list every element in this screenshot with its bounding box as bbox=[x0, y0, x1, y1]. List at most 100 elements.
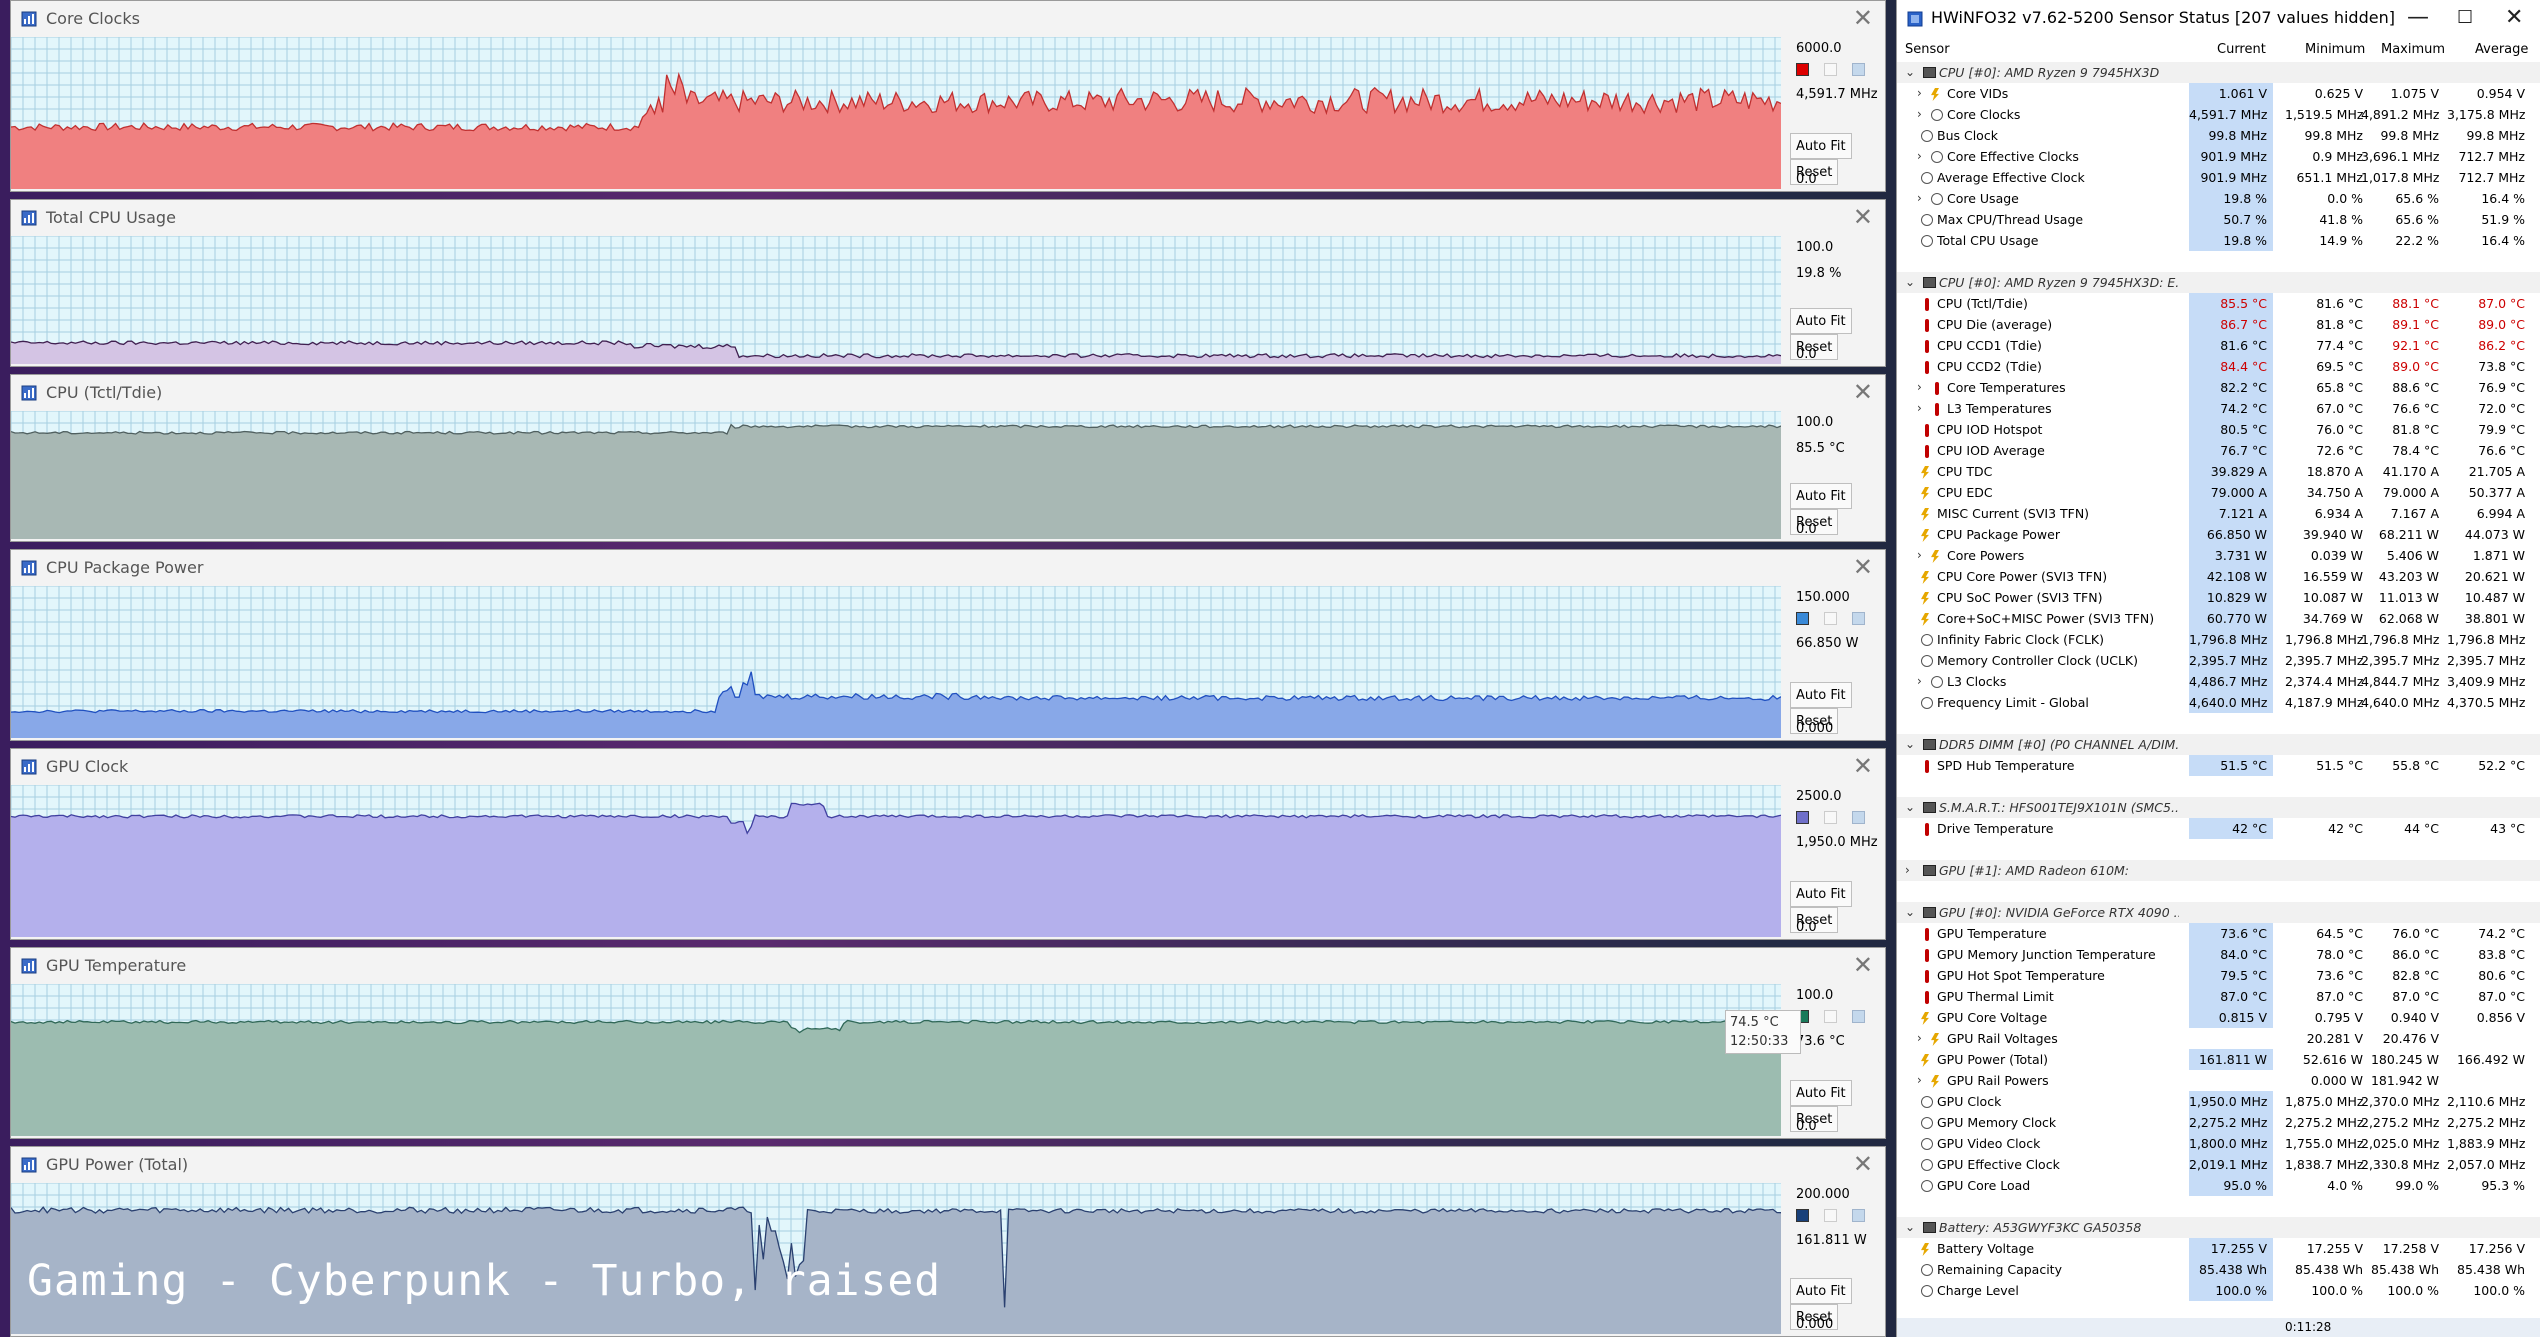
chevron-right-icon[interactable]: › bbox=[1917, 545, 1922, 566]
sensor-row[interactable]: CPU EDC 79.000 A 34.750 A 79.000 A 50.377 A bbox=[1897, 482, 2540, 503]
close-button[interactable]: ✕ bbox=[2505, 4, 2523, 32]
chevron-right-icon[interactable]: › bbox=[1917, 146, 1922, 167]
sensor-row[interactable]: CPU IOD Average 76.7 °C 72.6 °C 78.4 °C 76.6… bbox=[1897, 440, 2540, 461]
sensor-row[interactable]: › Core Temperatures 82.2 °C 65.8 °C 88.6 °C 7… bbox=[1897, 377, 2540, 398]
auto-fit-button[interactable]: Auto Fit bbox=[1790, 133, 1852, 159]
sensor-group-row[interactable]: ⌄ Battery: A53GWYF3KC GA50358 bbox=[1897, 1217, 2540, 1238]
sensor-row[interactable]: GPU Effective Clock 2,019.1 MHz 1,838.7 MH… bbox=[1897, 1154, 2540, 1175]
sensor-row[interactable]: Average Effective Clock 901.9 MHz 651.1 MH… bbox=[1897, 167, 2540, 188]
chevron-down-icon[interactable]: ⌄ bbox=[1905, 62, 1915, 83]
col-sensor[interactable]: Sensor bbox=[1905, 42, 1950, 57]
sensor-row[interactable]: › L3 Clocks 4,486.7 MHz 2,374.4 MHz 4,844.7 … bbox=[1897, 671, 2540, 692]
sensor-row[interactable]: › L3 Temperatures 74.2 °C 67.0 °C 76.6 °C 72.… bbox=[1897, 398, 2540, 419]
swatch-white[interactable] bbox=[1824, 1209, 1837, 1222]
sensor-row[interactable]: GPU Temperature 73.6 °C 64.5 °C 76.0 °C 74.2… bbox=[1897, 923, 2540, 944]
sensor-row[interactable]: CPU CCD2 (Tdie) 84.4 °C 69.5 °C 89.0 °C 73.8… bbox=[1897, 356, 2540, 377]
chevron-right-icon[interactable]: › bbox=[1917, 671, 1922, 692]
sensor-row[interactable]: Frequency Limit - Global 4,640.0 MHz 4,187… bbox=[1897, 692, 2540, 713]
swatch-blue[interactable] bbox=[1852, 1010, 1865, 1023]
sensor-row[interactable]: Drive Temperature 42 °C 42 °C 44 °C 43 °C bbox=[1897, 818, 2540, 839]
sensor-group-row[interactable]: ⌄ GPU [#0]: NVIDIA GeForce RTX 4090 ... bbox=[1897, 902, 2540, 923]
sensor-row[interactable]: MISC Current (SVI3 TFN) 7.121 A 6.934 A 7.1… bbox=[1897, 503, 2540, 524]
sensor-group-row[interactable]: ⌄ CPU [#0]: AMD Ryzen 9 7945HX3D: E... bbox=[1897, 272, 2540, 293]
graph-close-icon[interactable]: ✕ bbox=[1853, 952, 1873, 978]
sensor-row[interactable]: › Core Clocks 4,591.7 MHz 1,519.5 MHz 4,891.… bbox=[1897, 104, 2540, 125]
sensor-row[interactable]: › Core VIDs 1.061 V 0.625 V 1.075 V 0.954 V bbox=[1897, 83, 2540, 104]
graph-close-icon[interactable]: ✕ bbox=[1853, 5, 1873, 31]
col-average[interactable]: Average bbox=[2475, 42, 2528, 57]
col-minimum[interactable]: Minimum bbox=[2305, 42, 2365, 57]
sensor-row[interactable]: CPU Die (average) 86.7 °C 81.8 °C 89.1 °C 89… bbox=[1897, 314, 2540, 335]
sensor-group-row[interactable]: ⌄ S.M.A.R.T.: HFS001TEJ9X101N (SMC5... bbox=[1897, 797, 2540, 818]
swatch-white[interactable] bbox=[1824, 63, 1837, 76]
sensor-row[interactable]: GPU Hot Spot Temperature 79.5 °C 73.6 °C 82… bbox=[1897, 965, 2540, 986]
chevron-down-icon[interactable]: ⌄ bbox=[1905, 734, 1915, 755]
sensor-row[interactable]: CPU (Tctl/Tdie) 85.5 °C 81.6 °C 88.1 °C 87.0… bbox=[1897, 293, 2540, 314]
sensor-row[interactable]: CPU TDC 39.829 A 18.870 A 41.170 A 21.705 A bbox=[1897, 461, 2540, 482]
graph-close-icon[interactable]: ✕ bbox=[1853, 1151, 1873, 1177]
auto-fit-button[interactable]: Auto Fit bbox=[1790, 308, 1852, 334]
col-current[interactable]: Current bbox=[2217, 42, 2266, 57]
minimize-button[interactable]: — bbox=[2407, 4, 2429, 32]
sensor-row[interactable]: GPU Core Load 95.0 % 4.0 % 99.0 % 95.3 % bbox=[1897, 1175, 2540, 1196]
sensor-row[interactable]: Infinity Fabric Clock (FCLK) 1,796.8 MHz 1… bbox=[1897, 629, 2540, 650]
col-maximum[interactable]: Maximum bbox=[2381, 42, 2445, 57]
sensor-group-row[interactable]: ⌄ CPU [#0]: AMD Ryzen 9 7945HX3D bbox=[1897, 62, 2540, 83]
graph-close-icon[interactable]: ✕ bbox=[1853, 204, 1873, 230]
graph-close-icon[interactable]: ✕ bbox=[1853, 753, 1873, 779]
maximize-button[interactable]: ☐ bbox=[2457, 4, 2473, 32]
sensor-row[interactable]: SPD Hub Temperature 51.5 °C 51.5 °C 55.8 °C… bbox=[1897, 755, 2540, 776]
sensor-row[interactable]: › Core Usage 19.8 % 0.0 % 65.6 % 16.4 % bbox=[1897, 188, 2540, 209]
sensor-row[interactable]: Total CPU Usage 19.8 % 14.9 % 22.2 % 16.4 % bbox=[1897, 230, 2540, 251]
auto-fit-button[interactable]: Auto Fit bbox=[1790, 1278, 1852, 1304]
sensor-row[interactable]: GPU Thermal Limit 87.0 °C 87.0 °C 87.0 °C 87… bbox=[1897, 986, 2540, 1007]
sensor-row[interactable]: › Core Effective Clocks 901.9 MHz 0.9 MHz 3,… bbox=[1897, 146, 2540, 167]
sensor-row[interactable]: GPU Memory Junction Temperature 84.0 °C 78… bbox=[1897, 944, 2540, 965]
sensor-row[interactable]: GPU Video Clock 1,800.0 MHz 1,755.0 MHz 2,0… bbox=[1897, 1133, 2540, 1154]
swatch-white[interactable] bbox=[1824, 612, 1837, 625]
sensor-group-row[interactable]: ⌄ DDR5 DIMM [#0] (P0 CHANNEL A/DIM... bbox=[1897, 734, 2540, 755]
swatch-white[interactable] bbox=[1824, 1010, 1837, 1023]
chevron-right-icon[interactable]: › bbox=[1917, 377, 1922, 398]
color-swatch[interactable] bbox=[1796, 63, 1809, 76]
sensor-row[interactable]: CPU SoC Power (SVI3 TFN) 10.829 W 10.087 W… bbox=[1897, 587, 2540, 608]
sensor-row[interactable]: Core+SoC+MISC Power (SVI3 TFN) 60.770 W 34… bbox=[1897, 608, 2540, 629]
sensor-row[interactable]: CPU CCD1 (Tdie) 81.6 °C 77.4 °C 92.1 °C 86.2… bbox=[1897, 335, 2540, 356]
sensor-row[interactable]: Memory Controller Clock (UCLK) 2,395.7 MH… bbox=[1897, 650, 2540, 671]
chevron-right-icon[interactable]: › bbox=[1905, 860, 1910, 881]
swatch-blue[interactable] bbox=[1852, 63, 1865, 76]
sensor-row[interactable]: GPU Memory Clock 2,275.2 MHz 2,275.2 MHz 2,… bbox=[1897, 1112, 2540, 1133]
swatch-blue[interactable] bbox=[1852, 811, 1865, 824]
sensor-row[interactable]: Max CPU/Thread Usage 50.7 % 41.8 % 65.6 % 51… bbox=[1897, 209, 2540, 230]
chevron-right-icon[interactable]: › bbox=[1917, 1070, 1922, 1091]
auto-fit-button[interactable]: Auto Fit bbox=[1790, 483, 1852, 509]
chevron-right-icon[interactable]: › bbox=[1917, 104, 1922, 125]
auto-fit-button[interactable]: Auto Fit bbox=[1790, 1080, 1852, 1106]
sensor-row[interactable]: GPU Core Voltage 0.815 V 0.795 V 0.940 V 0.8… bbox=[1897, 1007, 2540, 1028]
chevron-right-icon[interactable]: › bbox=[1917, 398, 1922, 419]
graph-close-icon[interactable]: ✕ bbox=[1853, 379, 1873, 405]
auto-fit-button[interactable]: Auto Fit bbox=[1790, 881, 1852, 907]
sensor-row[interactable]: CPU Package Power 66.850 W 39.940 W 68.211 … bbox=[1897, 524, 2540, 545]
chevron-down-icon[interactable]: ⌄ bbox=[1905, 902, 1915, 923]
sensor-row[interactable]: Remaining Capacity 85.438 Wh 85.438 Wh 85.4… bbox=[1897, 1259, 2540, 1280]
auto-fit-button[interactable]: Auto Fit bbox=[1790, 682, 1852, 708]
sensor-row[interactable]: CPU Core Power (SVI3 TFN) 42.108 W 16.559 … bbox=[1897, 566, 2540, 587]
sensor-row[interactable]: GPU Clock 1,950.0 MHz 1,875.0 MHz 2,370.0 M… bbox=[1897, 1091, 2540, 1112]
sensor-row[interactable]: Bus Clock 99.8 MHz 99.8 MHz 99.8 MHz 99.8 MH… bbox=[1897, 125, 2540, 146]
sensor-group-row[interactable]: › GPU [#1]: AMD Radeon 610M: bbox=[1897, 860, 2540, 881]
color-swatch[interactable] bbox=[1796, 811, 1809, 824]
sensor-row[interactable]: Charge Level 100.0 % 100.0 % 100.0 % 100.0 % bbox=[1897, 1280, 2540, 1301]
sensor-row[interactable]: Battery Voltage 17.255 V 17.255 V 17.258 V 1… bbox=[1897, 1238, 2540, 1259]
graph-close-icon[interactable]: ✕ bbox=[1853, 554, 1873, 580]
chevron-down-icon[interactable]: ⌄ bbox=[1905, 797, 1915, 818]
swatch-white[interactable] bbox=[1824, 811, 1837, 824]
chevron-down-icon[interactable]: ⌄ bbox=[1905, 272, 1915, 293]
sensor-row[interactable]: › GPU Rail Powers 0.000 W 181.942 W bbox=[1897, 1070, 2540, 1091]
color-swatch[interactable] bbox=[1796, 1209, 1809, 1222]
sensor-row[interactable]: CPU IOD Hotspot 80.5 °C 76.0 °C 81.8 °C 79.9… bbox=[1897, 419, 2540, 440]
swatch-blue[interactable] bbox=[1852, 1209, 1865, 1222]
sensor-row[interactable]: GPU Power (Total) 161.811 W 52.616 W 180.24… bbox=[1897, 1049, 2540, 1070]
chevron-right-icon[interactable]: › bbox=[1917, 83, 1922, 104]
swatch-blue[interactable] bbox=[1852, 612, 1865, 625]
